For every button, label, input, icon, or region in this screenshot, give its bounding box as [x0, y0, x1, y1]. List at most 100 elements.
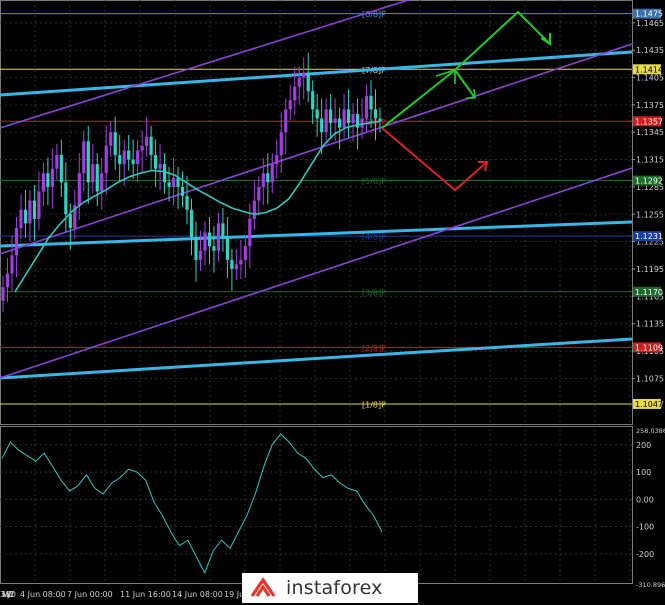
price-tag-label: 1.1231 [635, 232, 663, 241]
candle-body [351, 113, 355, 124]
candle-body [14, 227, 19, 256]
price-tick-label: 1.1195 [636, 265, 664, 274]
price-tick-label: 1.1345 [636, 128, 664, 137]
price-tick-label: 1.1405 [636, 74, 664, 83]
price-tick-label: 1.1375 [636, 101, 664, 110]
candle-body [266, 173, 270, 183]
candle-body [153, 155, 158, 169]
candle-body [261, 173, 265, 187]
candle-body [82, 141, 86, 174]
candle-body [127, 150, 131, 160]
time-tick-label: 7 Jun 00:00 [67, 590, 113, 599]
candle-body [109, 132, 113, 146]
candle-body [91, 164, 95, 183]
murrey-level-label: [5/8]P [362, 177, 386, 186]
candle-body [346, 109, 351, 124]
instaforex-logo-icon [248, 576, 278, 600]
candle-body [10, 255, 14, 274]
candle-body [185, 196, 189, 210]
price-tick-label: 1.1465 [636, 19, 664, 28]
candle-body [293, 86, 297, 101]
indicator-min-label: -310.896 [636, 581, 665, 589]
candle-body [221, 223, 225, 238]
candle-body [311, 91, 315, 110]
time-tick-label: 4 Jun 08:00 [20, 590, 66, 599]
candle-body [364, 95, 369, 119]
candle-body [234, 264, 238, 269]
price-tag-label: 1.1170 [635, 288, 663, 297]
price-tick-label: 1.1315 [636, 156, 664, 165]
price-tick-label: 1.1255 [636, 210, 664, 219]
candle-body [136, 150, 140, 165]
candle-body [194, 237, 198, 260]
candle-body [118, 155, 122, 165]
candle-body [28, 200, 32, 224]
candle-body [369, 95, 373, 110]
candle-body [360, 118, 364, 128]
price-tick-label: 1.1435 [636, 46, 664, 55]
candle-body [248, 218, 252, 247]
candle-body [203, 232, 207, 251]
candle-body [167, 182, 171, 187]
candle-body [275, 155, 279, 165]
candle-body [55, 155, 59, 169]
candle-body [230, 259, 234, 269]
candle-body [158, 164, 162, 169]
indicator-tick-label: 100 [636, 468, 651, 477]
candle-body [100, 173, 104, 192]
indicator-tick-label: -100 [636, 523, 654, 532]
candle-body [5, 273, 10, 288]
candle-body [64, 182, 68, 215]
candle-body [104, 145, 108, 174]
murrey-level-label: [2/8]P [362, 344, 386, 353]
candle-body [212, 246, 216, 251]
candle-body [171, 177, 176, 187]
price-tag-label: 1.1475 [635, 10, 663, 19]
candle-body [216, 223, 221, 251]
candle-body [162, 164, 167, 183]
candle-body [324, 109, 328, 133]
murrey-level-label: [1/8]P [362, 400, 386, 409]
instaforex-logo: instaforex [242, 573, 418, 603]
price-tag-label: 1.1109 [635, 343, 663, 352]
candle-body [46, 173, 50, 187]
candle-body [243, 246, 247, 260]
candle-body [68, 214, 72, 228]
candle-body [342, 109, 346, 128]
candle-body [1, 287, 5, 301]
candle-body [338, 118, 342, 128]
candle-body [145, 136, 149, 146]
candle-body [122, 150, 126, 165]
candle-body [113, 132, 117, 156]
time-tick-label: 31 May 2020 [0, 590, 16, 599]
candle-body [284, 109, 288, 133]
candle-body [279, 132, 283, 156]
candle-body [329, 109, 333, 124]
time-axis: 31 May 2020 4 Jun 08:00 7 Jun 00:00 11 Jun … [0, 590, 249, 599]
candle-body [41, 173, 45, 192]
indicator-tick-label: -200 [636, 550, 654, 559]
candle-body [189, 209, 194, 238]
price-chart: [8/8]P[7/8]P[6/8]P[5/8]P[4/8]P[3/8]P[2/8… [0, 0, 665, 605]
time-tick-label: 11 Jun 16:00 [120, 590, 171, 599]
candle-body [180, 186, 185, 197]
candle-body [77, 173, 81, 206]
indicator-tick-label: 0.00 [636, 495, 654, 504]
candle-body [19, 209, 23, 228]
candle-body [32, 200, 37, 219]
candle-body [373, 109, 378, 119]
candle-body [302, 72, 306, 78]
candle-body [37, 191, 41, 219]
candle-body [270, 164, 274, 183]
candle-body [23, 209, 28, 224]
candle-body [320, 118, 324, 133]
candle-body [333, 118, 337, 124]
candle-body [252, 200, 256, 219]
time-tick-label: 14 Jun 08:00 [172, 590, 223, 599]
instaforex-wordmark: instaforex [286, 577, 383, 599]
candle-body [50, 168, 54, 187]
indicator-tick-label: 200 [636, 441, 651, 450]
candle-body [176, 177, 180, 187]
candle-body [131, 159, 135, 165]
murrey-level-label: [3/8]P [362, 288, 386, 297]
